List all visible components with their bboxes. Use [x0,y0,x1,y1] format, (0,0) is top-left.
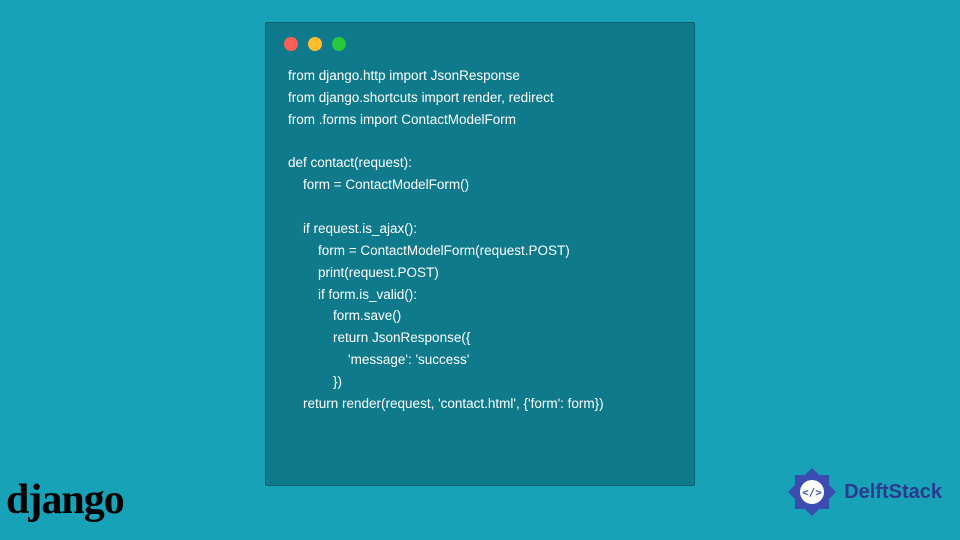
code-window: from django.http import JsonResponse fro… [265,22,695,486]
svg-text:</>: </> [802,486,822,499]
delftstack-logo: </> DelftStack [786,466,942,518]
window-traffic-lights [266,23,694,57]
delftstack-icon: </> [786,466,838,518]
django-logo: django [6,476,124,524]
delftstack-label: DelftStack [844,481,942,504]
code-block: from django.http import JsonResponse fro… [266,57,694,429]
minimize-dot-icon [308,37,322,51]
close-dot-icon [284,37,298,51]
maximize-dot-icon [332,37,346,51]
